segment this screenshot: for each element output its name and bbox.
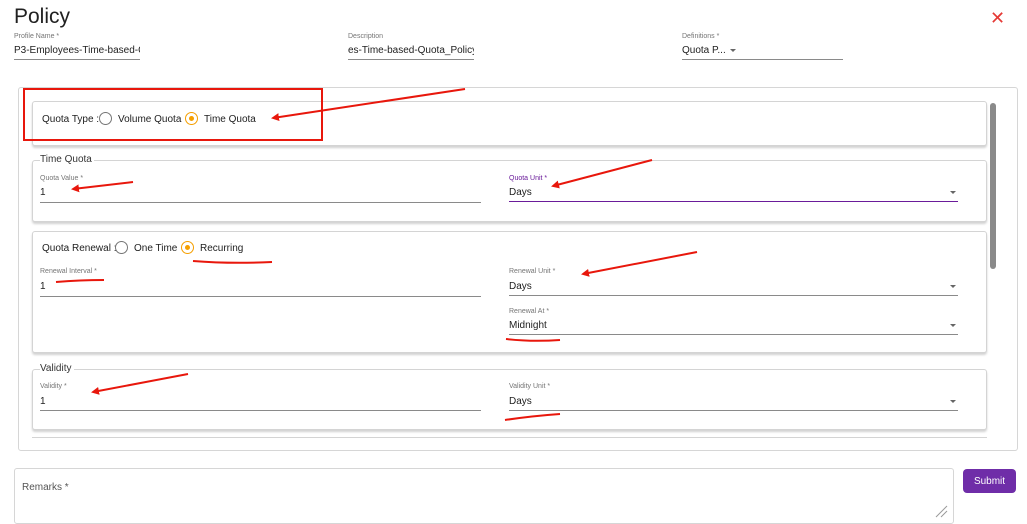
time-quota-legend: Time Quota xyxy=(40,154,94,165)
definitions-select[interactable]: Quota P... xyxy=(682,45,728,56)
recurring-radio[interactable] xyxy=(181,241,194,254)
page-title: Policy xyxy=(14,5,71,28)
chevron-down-icon[interactable] xyxy=(950,191,956,194)
recurring-label[interactable]: Recurring xyxy=(200,243,243,254)
quota-value-label: Quota Value * xyxy=(40,175,84,182)
validity-unit-select[interactable]: Days xyxy=(509,396,609,407)
validity-unit-label: Validity Unit * xyxy=(509,383,551,390)
quota-renewal-label: Quota Renewal : xyxy=(42,243,117,254)
one-time-radio[interactable] xyxy=(115,241,128,254)
renewal-interval-underline xyxy=(40,296,481,297)
submit-button[interactable]: Submit xyxy=(963,469,1016,493)
profile-name-underline xyxy=(14,59,140,60)
renewal-unit-select[interactable]: Days xyxy=(509,281,609,292)
validity-input[interactable]: 1 xyxy=(40,396,100,407)
time-quota-radio[interactable] xyxy=(185,112,198,125)
definitions-label: Definitions * xyxy=(682,33,720,40)
resize-handle-icon[interactable] xyxy=(934,504,948,518)
validity-label: Validity * xyxy=(40,383,67,390)
divider xyxy=(32,437,987,438)
quota-unit-underline xyxy=(509,201,958,202)
chevron-down-icon[interactable] xyxy=(950,400,956,403)
quota-value-underline xyxy=(40,202,481,203)
description-input[interactable]: es-Time-based-Quota_Policy xyxy=(348,45,474,56)
renewal-at-label: Renewal At * xyxy=(509,308,550,315)
scrollbar[interactable] xyxy=(990,103,996,269)
one-time-label[interactable]: One Time xyxy=(134,243,177,254)
validity-legend: Validity xyxy=(40,363,74,374)
renewal-interval-input[interactable]: 1 xyxy=(40,281,100,292)
definitions-underline xyxy=(682,59,843,60)
close-icon[interactable]: ✕ xyxy=(990,9,1005,27)
renewal-at-underline xyxy=(509,334,958,335)
time-quota-label[interactable]: Time Quota xyxy=(204,114,256,125)
renewal-unit-label: Renewal Unit * xyxy=(509,268,556,275)
chevron-down-icon[interactable] xyxy=(950,324,956,327)
description-underline xyxy=(348,59,474,60)
remarks-label: Remarks * xyxy=(22,482,69,493)
renewal-at-select[interactable]: Midnight xyxy=(509,320,609,331)
renewal-unit-underline xyxy=(509,295,958,296)
profile-name-label: Profile Name * xyxy=(14,33,60,40)
chevron-down-icon[interactable] xyxy=(950,285,956,288)
quota-type-label: Quota Type : xyxy=(42,114,100,125)
validity-underline xyxy=(40,410,481,411)
remarks-textarea[interactable] xyxy=(14,468,954,524)
quota-unit-label: Quota Unit * xyxy=(509,175,548,182)
quota-unit-select[interactable]: Days xyxy=(509,187,609,198)
renewal-interval-label: Renewal Interval * xyxy=(40,268,97,275)
volume-quota-label[interactable]: Volume Quota xyxy=(118,114,181,125)
description-label: Description xyxy=(348,33,384,40)
volume-quota-radio[interactable] xyxy=(99,112,112,125)
validity-unit-underline xyxy=(509,410,958,411)
chevron-down-icon[interactable] xyxy=(730,49,736,52)
profile-name-input[interactable]: P3-Employees-Time-based-Q xyxy=(14,45,140,56)
quota-value-input[interactable]: 1 xyxy=(40,187,100,198)
